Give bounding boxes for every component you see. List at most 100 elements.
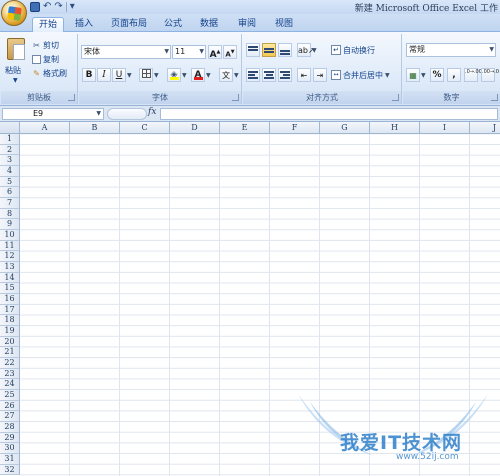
row-header[interactable]: 9 — [0, 219, 20, 231]
row-header[interactable]: 5 — [0, 176, 20, 188]
column-header[interactable]: H — [370, 122, 420, 134]
select-all-corner[interactable] — [0, 122, 20, 134]
borders-dropdown-icon[interactable]: ▼ — [154, 72, 159, 79]
orientation-button[interactable]: ab↗ — [297, 43, 315, 57]
shrink-font-button[interactable]: A▼ — [223, 45, 237, 59]
comma-style-button[interactable]: , — [447, 68, 461, 82]
row-header[interactable]: 25 — [0, 390, 20, 401]
row-header[interactable]: 11 — [0, 240, 20, 252]
underline-dropdown-icon[interactable]: ▼ — [127, 72, 132, 79]
format-painter-button[interactable]: ✎ 格式刷 — [32, 67, 67, 79]
insert-function-icon[interactable]: fx — [148, 107, 156, 117]
font-size-select[interactable]: 11 ▼ — [172, 45, 206, 59]
fill-color-button[interactable]: ◈ — [167, 68, 181, 82]
name-box[interactable]: E9 ▼ — [2, 108, 104, 120]
borders-button[interactable] — [139, 68, 153, 82]
align-bottom-button[interactable] — [278, 43, 292, 57]
merge-dropdown-icon[interactable]: ▼ — [385, 72, 390, 79]
decrease-decimal-button[interactable]: .00→.0 — [481, 68, 499, 82]
row-header[interactable]: 7 — [0, 198, 20, 209]
decrease-indent-button[interactable]: ⇤ — [297, 68, 311, 82]
number-launcher-icon[interactable] — [491, 94, 498, 101]
row-header[interactable]: 23 — [0, 368, 20, 380]
underline-button[interactable]: U — [112, 68, 126, 82]
cell-area[interactable] — [20, 134, 500, 476]
tab-page-layout[interactable]: 页面布局 — [107, 17, 151, 32]
row-header[interactable]: 21 — [0, 347, 20, 359]
row-header[interactable]: 4 — [0, 166, 20, 177]
row-header[interactable]: 29 — [0, 432, 20, 444]
paste-dropdown-icon[interactable]: ▼ — [13, 77, 18, 84]
row-header[interactable]: 24 — [0, 379, 20, 391]
row-header[interactable]: 27 — [0, 411, 20, 423]
row-header[interactable]: 22 — [0, 358, 20, 369]
alignment-launcher-icon[interactable] — [392, 94, 399, 101]
tab-view[interactable]: 视图 — [271, 17, 297, 32]
chevron-down-icon[interactable]: ▼ — [96, 109, 101, 119]
font-launcher-icon[interactable] — [232, 94, 239, 101]
font-color-button[interactable]: A — [191, 68, 205, 82]
formula-input[interactable] — [160, 108, 498, 120]
merge-center-button[interactable]: ↔ 合并后居中 ▼ — [331, 68, 390, 82]
font-name-select[interactable]: 宋体 ▼ — [81, 45, 171, 59]
row-header[interactable]: 13 — [0, 262, 20, 273]
tab-data[interactable]: 数据 — [196, 17, 222, 32]
row-header[interactable]: 10 — [0, 230, 20, 241]
row-header[interactable]: 32 — [0, 464, 20, 476]
phonetic-button[interactable]: 文 — [219, 68, 233, 82]
tab-formulas[interactable]: 公式 — [160, 17, 186, 32]
italic-button[interactable]: I — [97, 68, 111, 82]
row-header[interactable]: 20 — [0, 336, 20, 348]
tab-insert[interactable]: 插入 — [70, 17, 98, 32]
increase-decimal-button[interactable]: .0→.00 — [464, 68, 482, 82]
row-header[interactable]: 3 — [0, 155, 20, 166]
phonetic-dropdown-icon[interactable]: ▼ — [234, 72, 239, 79]
save-icon[interactable] — [30, 2, 40, 12]
row-header[interactable]: 19 — [0, 326, 20, 337]
row-header[interactable]: 2 — [0, 144, 20, 156]
orientation-dropdown-icon[interactable]: ▼ — [312, 47, 317, 54]
paste-icon[interactable] — [7, 38, 25, 60]
accounting-format-button[interactable]: ▦ — [406, 68, 420, 82]
wrap-text-button[interactable]: ↵ 自动换行 — [331, 43, 375, 57]
office-button[interactable] — [1, 0, 27, 26]
column-header[interactable]: F — [270, 122, 320, 134]
align-left-button[interactable] — [246, 68, 260, 82]
increase-indent-button[interactable]: ⇥ — [313, 68, 327, 82]
font-color-dropdown-icon[interactable]: ▼ — [206, 72, 211, 79]
row-header[interactable]: 1 — [0, 134, 20, 145]
column-header[interactable]: J — [470, 122, 500, 134]
accounting-dropdown-icon[interactable]: ▼ — [421, 72, 426, 79]
tab-home[interactable]: 开始 — [32, 17, 64, 32]
paste-button[interactable]: 粘贴 — [5, 65, 21, 76]
clipboard-launcher-icon[interactable] — [68, 94, 75, 101]
column-header[interactable]: A — [20, 122, 70, 134]
align-right-button[interactable] — [278, 68, 292, 82]
column-header[interactable]: D — [170, 122, 220, 134]
row-header[interactable]: 14 — [0, 272, 20, 284]
row-header[interactable]: 12 — [0, 251, 20, 263]
row-header[interactable]: 15 — [0, 283, 20, 295]
column-header[interactable]: I — [420, 122, 470, 134]
row-header[interactable]: 17 — [0, 304, 20, 316]
number-format-select[interactable]: 常规 ▼ — [406, 43, 496, 57]
align-top-button[interactable] — [246, 43, 260, 57]
bold-button[interactable]: B — [82, 68, 96, 82]
column-header[interactable]: E — [220, 122, 270, 134]
fill-color-dropdown-icon[interactable]: ▼ — [182, 72, 187, 79]
redo-icon[interactable]: ↷ — [54, 2, 62, 12]
cut-button[interactable]: ✂ 剪切 — [32, 39, 59, 51]
customize-icon[interactable]: ▾ — [70, 2, 75, 12]
align-middle-button[interactable] — [262, 43, 276, 57]
copy-button[interactable]: 复制 — [32, 53, 59, 65]
align-center-button[interactable] — [262, 68, 276, 82]
column-header[interactable]: G — [320, 122, 370, 134]
column-header[interactable]: B — [70, 122, 120, 134]
row-header[interactable]: 26 — [0, 400, 20, 412]
column-header[interactable]: C — [120, 122, 170, 134]
row-header[interactable]: 16 — [0, 294, 20, 305]
undo-icon[interactable]: ↶ — [43, 2, 51, 12]
row-header[interactable]: 31 — [0, 454, 20, 465]
tab-review[interactable]: 审阅 — [234, 17, 260, 32]
row-header[interactable]: 6 — [0, 187, 20, 198]
